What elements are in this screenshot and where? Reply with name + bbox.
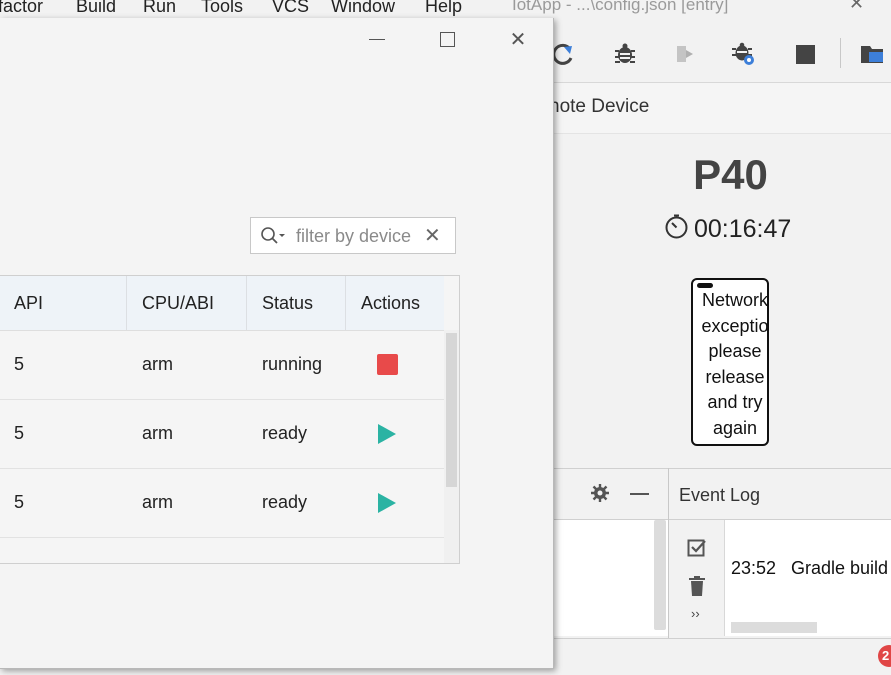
ide-close-icon[interactable]: ✕ [849,0,864,14]
play-icon [376,562,398,564]
event-log-title: Event Log [679,485,761,505]
table-row[interactable]: 5 arm ready [0,399,444,469]
column-header-actions[interactable]: Actions [346,276,444,330]
bottom-tool-window [553,468,668,639]
cell-cpu-abi: arm [142,423,173,443]
column-header-cpu-abi[interactable]: CPU/ABI [127,276,247,330]
device-manager-dialog: ✕ ✕ API CPU/ABI Status Actions 5 arm run… [0,18,554,669]
timer-value: 00:16:47 [694,214,792,243]
trash-icon[interactable] [689,576,705,601]
stop-icon[interactable] [791,40,819,68]
event-time: 23:52 [731,558,777,578]
session-timer: 00:16:47 [663,213,791,245]
event-log-content: 23:52 Gradle build [725,520,891,636]
screen-message-line: exceptio [701,315,769,336]
vertical-scrollbar[interactable] [654,520,666,630]
table-scrollbar-thumb[interactable] [446,333,457,487]
screen-message-line: and try [707,392,763,412]
play-icon [378,492,396,513]
cell-status: ready [262,492,308,512]
device-name: P40 [693,151,768,198]
cell-status: ready [262,423,308,443]
minimize-window-icon[interactable] [362,24,392,54]
stop-device-button[interactable] [346,330,428,399]
status-bar: 2 [553,638,891,675]
search-icon[interactable] [260,226,288,251]
remote-device-panel: note Device P40 00:16:47 Network excepti… [549,83,891,467]
event-message[interactable]: Gradle build [791,558,888,579]
play-icon [378,423,396,444]
screen-message: Network exceptio please release and try … [693,288,769,441]
run-device-button[interactable] [346,468,428,537]
gear-icon[interactable] [590,483,610,508]
column-header-api[interactable]: API [0,276,127,330]
column-header-status[interactable]: Status [247,276,346,330]
menubar: factor Build Run Tools VCS Window Help I… [0,0,891,18]
run-device-button[interactable] [346,537,428,564]
screen-message-line: Network [701,290,768,310]
mark-all-read-icon[interactable] [687,538,707,563]
stopwatch-icon [663,213,690,245]
menu-tools[interactable]: Tools [201,0,243,17]
cell-api: 5 [14,492,25,512]
project-structure-icon[interactable] [858,40,886,68]
cell-status: running [262,354,323,374]
close-window-icon[interactable]: ✕ [503,24,533,54]
screen-message-line: release [705,366,765,387]
run-device-button[interactable] [346,399,428,468]
cell-api: 5 [14,423,25,443]
remote-device-header: note Device [549,83,891,134]
remote-device-title: note Device [549,96,650,117]
maximize-window-icon[interactable] [432,24,462,54]
device-filter[interactable]: ✕ [250,217,456,254]
filter-input[interactable] [296,224,414,248]
cell-api: 5 [14,354,25,374]
screen-message-line: again [712,417,758,438]
menu-refactor[interactable]: factor [0,0,43,17]
cell-cpu-abi: arm [142,354,173,374]
menu-window[interactable]: Window [331,0,395,17]
stop-icon [376,354,398,375]
event-log-header: Event Log [669,469,891,520]
main-toolbar [552,20,891,83]
device-table: API CPU/ABI Status Actions 5 arm running… [0,275,460,564]
attach-debugger-icon[interactable] [671,40,699,68]
debug-icon[interactable] [611,40,639,68]
horizontal-scrollbar[interactable] [731,622,817,633]
minimize-icon[interactable] [630,493,649,495]
table-row[interactable]: 5 arm ready [0,468,444,538]
event-log-panel: Event Log ›› 23:52 Gradle build [669,468,891,639]
bottom-tool-content [553,520,668,636]
menu-help[interactable]: Help [425,0,462,17]
more-icon[interactable]: ›› [691,606,700,621]
menu-build[interactable]: Build [76,0,116,17]
clear-filter-icon[interactable]: ✕ [424,223,441,248]
toolbar-separator [840,38,841,68]
menu-vcs[interactable]: VCS [272,0,309,17]
table-row[interactable]: 5 arm running [0,330,444,400]
table-row[interactable] [0,537,444,564]
cell-cpu-abi: arm [142,492,173,512]
bottom-tool-header [553,469,668,520]
notification-badge[interactable]: 2 [878,645,891,667]
device-screen[interactable]: Network exceptio please release and try … [691,278,769,446]
debug-settings-icon[interactable] [729,40,757,68]
menu-run[interactable]: Run [143,0,176,17]
screen-message-line: please [708,341,762,361]
event-log-sidebar: ›› [669,520,725,636]
table-header: API CPU/ABI Status Actions [0,276,444,331]
ide-window-title: IotApp - ...\config.json [entry] [512,0,729,14]
